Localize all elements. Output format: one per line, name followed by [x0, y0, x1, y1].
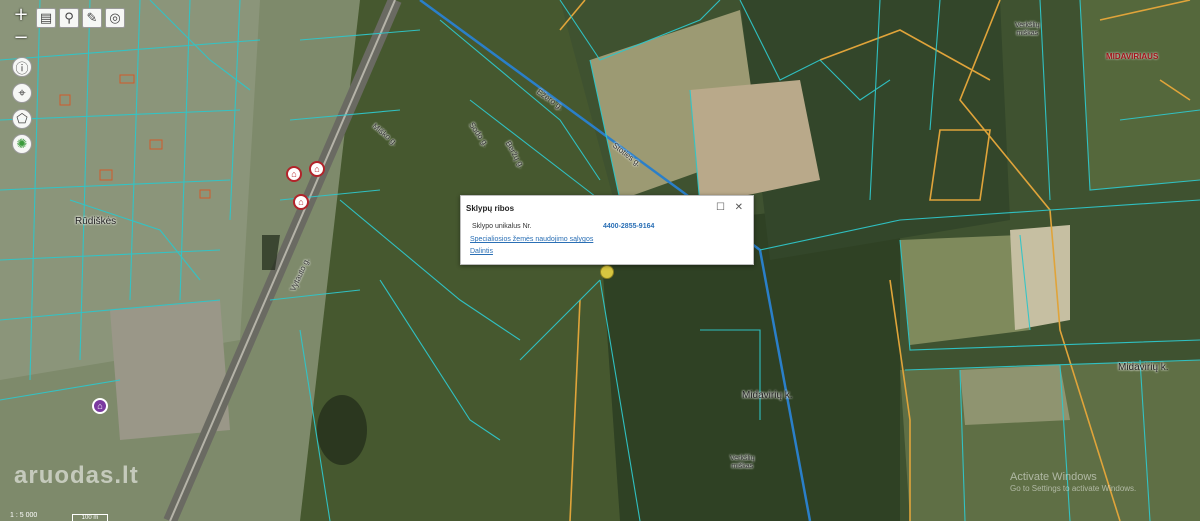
edit-icon[interactable]: ✎: [82, 8, 102, 28]
info-icon[interactable]: ⓘ: [12, 57, 32, 77]
village-label-midaviriu-center: Midavirių k.: [742, 390, 793, 401]
forest-label-top: Verkšlių miškas: [1015, 22, 1040, 37]
property-marker-4[interactable]: ⌂: [92, 398, 108, 414]
zoom-in-button[interactable]: +: [12, 6, 30, 24]
property-marker-1[interactable]: ⌂: [286, 166, 302, 182]
maximize-icon[interactable]: ☐: [716, 202, 725, 213]
property-marker-2[interactable]: ⌂: [309, 161, 325, 177]
region-label: MIDAVIRIAUS: [1106, 52, 1159, 61]
locate-icon[interactable]: ⌖: [12, 83, 32, 103]
layers-icon[interactable]: ▤: [36, 8, 56, 28]
activate-windows-notice: Activate Windows Go to Settings to activ…: [1010, 471, 1136, 495]
loading-icon[interactable]: ✺: [12, 134, 32, 154]
close-icon[interactable]: ✕: [735, 202, 743, 213]
activate-subtitle: Go to Settings to activate Windows.: [1010, 484, 1137, 493]
share-link[interactable]: Dalintis: [470, 248, 493, 255]
village-label-midaviriu: Midavirių k.: [1118, 362, 1169, 373]
parcel-location-marker[interactable]: [600, 265, 614, 279]
forest-label-bottom: Verkšlių miškas: [730, 455, 755, 470]
popup-title: Sklypų ribos: [466, 204, 515, 213]
parcel-id-label: Sklypo unikalus Nr.: [472, 223, 532, 230]
site-watermark: aruodas.lt: [14, 462, 139, 489]
pin-icon[interactable]: ⚲: [59, 8, 79, 28]
parcel-info-popup: Sklypų ribos ☐ ✕ Sklypo unikalus Nr. 440…: [460, 195, 754, 265]
town-label-rudiskes: Rūdiškės: [75, 216, 117, 227]
property-marker-3[interactable]: ⌂: [293, 194, 309, 210]
special-conditions-link[interactable]: Specialiosios žemės naudojimo sąlygos: [470, 236, 593, 243]
map-scale-label: 1 : 5 000: [10, 512, 38, 519]
map-scale-bar: 100 m: [72, 514, 108, 521]
activate-title: Activate Windows: [1010, 471, 1097, 483]
target-icon[interactable]: ◎: [105, 8, 125, 28]
parcel-id-value: 4400-2855-9164: [603, 223, 655, 230]
zoom-out-button[interactable]: −: [12, 29, 30, 47]
polygon-icon[interactable]: ⬠: [12, 109, 32, 129]
